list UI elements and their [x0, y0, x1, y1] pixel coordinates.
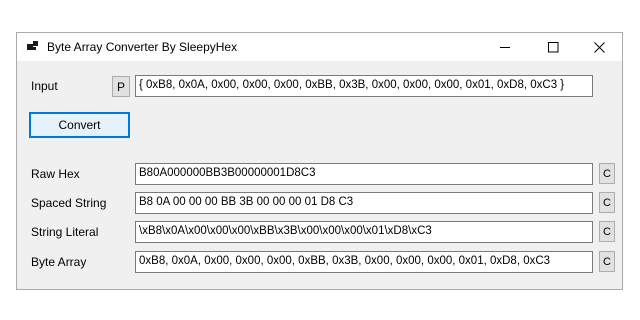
copy-raw-hex-button[interactable]: C	[599, 163, 615, 184]
close-button[interactable]	[577, 33, 621, 61]
copy-spaced-string-button[interactable]: C	[599, 192, 615, 213]
copy-string-literal-button[interactable]: C	[599, 221, 615, 242]
input-field[interactable]: { 0xB8, 0x0A, 0x00, 0x00, 0x00, 0xBB, 0x…	[135, 75, 593, 97]
spaced-string-label: Spaced String	[31, 196, 107, 210]
minimize-icon	[500, 47, 510, 48]
maximize-icon	[547, 41, 558, 52]
convert-button[interactable]: Convert	[29, 112, 130, 138]
title-bar: Byte Array Converter By SleepyHex	[17, 33, 622, 61]
string-literal-field[interactable]: \xB8\x0A\x00\x00\x00\xBB\x3B\x00\x00\x00…	[135, 221, 593, 243]
byte-array-field[interactable]: 0xB8, 0x0A, 0x00, 0x00, 0x00, 0xBB, 0x3B…	[135, 251, 593, 273]
close-icon	[593, 41, 605, 53]
input-label: Input	[31, 79, 58, 93]
raw-hex-label: Raw Hex	[31, 167, 80, 181]
paste-button[interactable]: P	[112, 76, 130, 97]
copy-byte-array-button[interactable]: C	[599, 251, 615, 272]
app-window: Byte Array Converter By SleepyHex Input …	[16, 32, 623, 290]
minimize-button[interactable]	[483, 33, 527, 61]
raw-hex-field[interactable]: B80A000000BB3B00000001D8C3	[135, 163, 593, 185]
maximize-button[interactable]	[531, 33, 575, 61]
window-title: Byte Array Converter By SleepyHex	[47, 40, 238, 54]
string-literal-label: String Literal	[31, 225, 99, 239]
byte-array-label: Byte Array	[31, 255, 87, 269]
app-icon	[27, 41, 39, 53]
spaced-string-field[interactable]: B8 0A 00 00 00 BB 3B 00 00 00 01 D8 C3	[135, 192, 593, 214]
